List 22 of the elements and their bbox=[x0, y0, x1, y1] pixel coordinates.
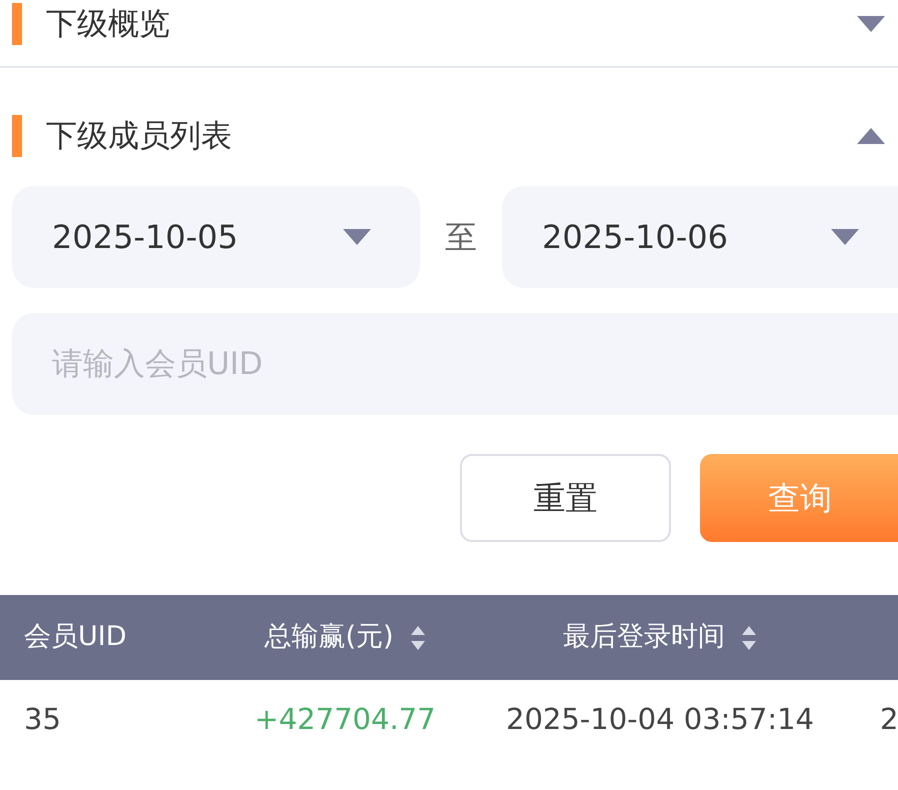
column-header: 最后登录时间 bbox=[563, 620, 725, 654]
range-separator: 至 bbox=[444, 217, 478, 258]
uid-input-field[interactable]: 请输入会员UID bbox=[12, 313, 898, 415]
sort-icon[interactable] bbox=[741, 624, 757, 652]
section-accent bbox=[12, 115, 22, 157]
expand-icon bbox=[856, 14, 886, 34]
dropdown-icon bbox=[830, 227, 860, 247]
table-cell: 35 bbox=[24, 702, 61, 736]
column-header: 会员UID bbox=[24, 621, 127, 652]
table-cell: 2 bbox=[880, 702, 898, 736]
dropdown-icon bbox=[342, 227, 372, 247]
section-title: 下级成员列表 bbox=[46, 116, 233, 156]
start-date-picker[interactable]: 2025-10-05 bbox=[12, 186, 420, 288]
section-accent bbox=[12, 3, 22, 45]
column-header: 总输赢(元) bbox=[264, 620, 394, 654]
section-title: 下级概览 bbox=[46, 4, 171, 44]
collapse-icon bbox=[856, 126, 886, 146]
table-cell-text: +427704.77 bbox=[254, 701, 436, 738]
end-date-picker[interactable]: 2025-10-06 bbox=[502, 186, 898, 288]
table-cell-text: 2025-10-04 03:57:14 bbox=[506, 701, 814, 738]
reset-button[interactable]: 重置 bbox=[460, 454, 671, 542]
sort-icon[interactable] bbox=[410, 624, 426, 652]
